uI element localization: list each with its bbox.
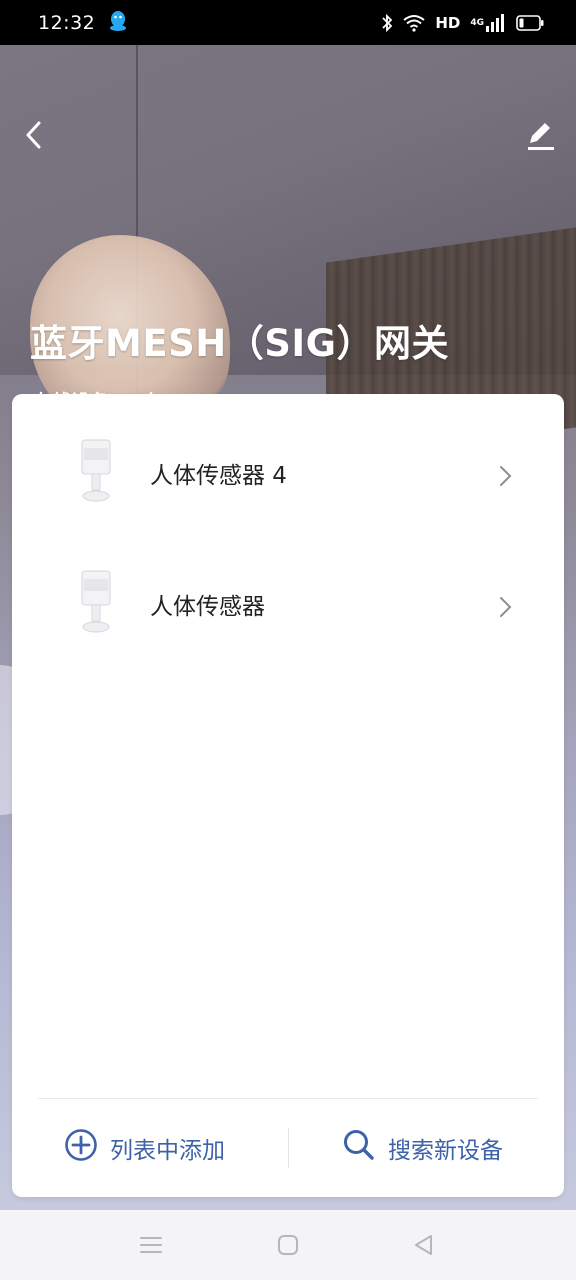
add-from-list-button[interactable]: 列表中添加 <box>64 1124 225 1172</box>
device-list-card: 人体传感器 4 人体传感器 列表中添加 搜索新设备 <box>12 394 564 1197</box>
back-arrow-icon <box>20 121 50 159</box>
search-new-device-label: 搜索新设备 <box>388 1138 503 1164</box>
motion-sensor-icon <box>78 569 114 635</box>
status-left: 12:32 <box>38 10 127 36</box>
page-title: 蓝牙MESH（SIG）网关 <box>30 322 449 365</box>
signal-icon <box>486 13 506 32</box>
device-name: 人体传感器 4 <box>150 463 287 489</box>
back-triangle-icon[interactable] <box>411 1232 437 1258</box>
chevron-right-icon <box>498 462 514 490</box>
system-nav-bar <box>0 1210 576 1280</box>
device-row-2[interactable]: 人体传感器 <box>12 551 564 661</box>
status-right: HD 4G <box>381 13 544 33</box>
search-icon <box>342 1128 376 1168</box>
menu-icon[interactable] <box>138 1232 164 1258</box>
action-separator <box>288 1128 289 1168</box>
status-time: 12:32 <box>38 11 96 34</box>
wifi-icon <box>403 14 425 32</box>
device-row-1[interactable]: 人体传感器 4 <box>12 420 564 530</box>
device-name: 人体传感器 <box>150 594 265 620</box>
search-new-device-button[interactable]: 搜索新设备 <box>342 1124 503 1172</box>
card-divider <box>38 1098 538 1099</box>
network-type-label: 4G <box>470 17 484 28</box>
add-from-list-label: 列表中添加 <box>110 1138 225 1164</box>
motion-sensor-icon <box>78 438 114 504</box>
bluetooth-icon <box>381 13 393 33</box>
chevron-right-icon <box>498 593 514 621</box>
battery-icon <box>516 14 544 31</box>
back-button[interactable] <box>20 115 50 155</box>
edit-button[interactable] <box>524 115 558 155</box>
edit-pencil-icon <box>524 123 558 159</box>
plus-circle-icon <box>64 1128 98 1168</box>
top-nav <box>0 115 576 155</box>
hd-label: HD <box>435 13 461 32</box>
qq-penguin-icon <box>109 10 127 36</box>
status-bar: 12:32 HD 4G <box>0 0 576 45</box>
home-icon[interactable] <box>275 1232 301 1258</box>
